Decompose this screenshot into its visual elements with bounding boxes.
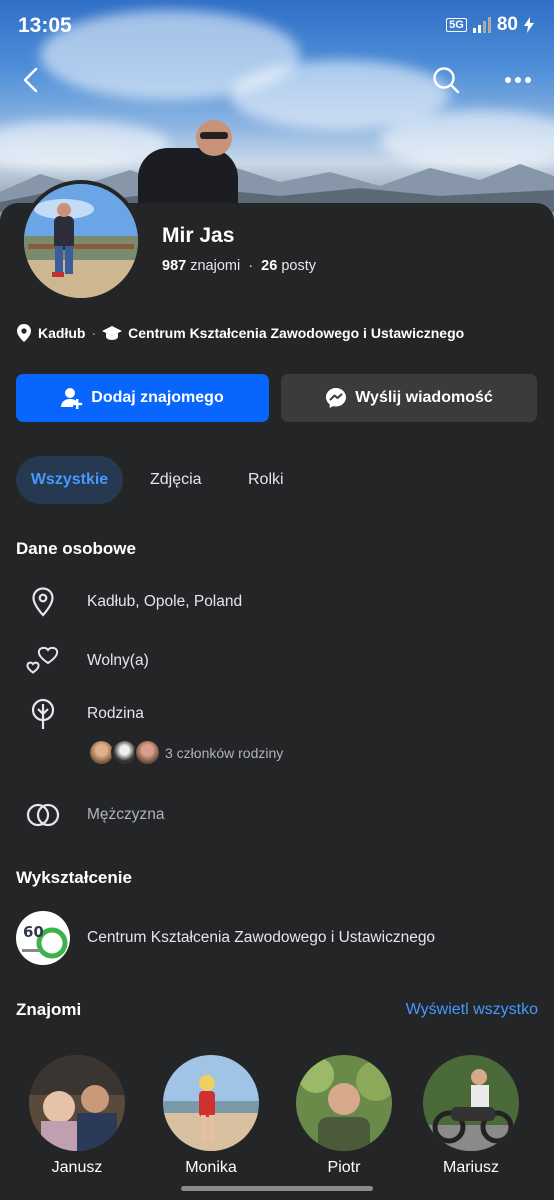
posts-label: posty (281, 258, 317, 274)
school-logo[interactable]: 60 (16, 911, 70, 965)
family-label: Rodzina (87, 705, 144, 722)
add-friend-label: Dodaj znajomego (91, 389, 224, 406)
friend-avatar (163, 1055, 259, 1151)
charging-icon (524, 17, 534, 33)
more-options-button[interactable] (498, 60, 538, 100)
status-indicators: 5G 80 (446, 14, 534, 36)
status-time: 13:05 (18, 14, 72, 37)
add-friend-button[interactable]: Dodaj znajomego (16, 374, 269, 422)
profile-name: Mir Jas (162, 224, 235, 247)
home-indicator[interactable] (181, 1186, 373, 1191)
intro-separator: · (91, 325, 97, 341)
family-avatars[interactable] (88, 739, 162, 767)
messenger-icon (326, 388, 347, 408)
tab-photos[interactable]: Zdjęcia (150, 456, 202, 504)
send-message-label: Wyślij wiadomość (355, 389, 493, 406)
friends-title: Znajomi (16, 1000, 82, 1019)
network-icon: 5G (446, 18, 467, 32)
school-logo-image: 60 (22, 923, 68, 959)
relationship-text: Wolny(a) (87, 652, 149, 669)
friend-card[interactable]: Janusz (29, 1055, 125, 1177)
gender-text: Mężczyzna (87, 806, 165, 823)
tab-reels[interactable]: Rolki (248, 456, 284, 504)
profile-stats: 987 znajomi · 26 posty (162, 258, 316, 274)
friend-avatar (423, 1055, 519, 1151)
friends-label[interactable]: znajomi (190, 258, 240, 274)
back-button[interactable] (12, 60, 52, 100)
detail-family[interactable]: Rodzina (0, 694, 554, 734)
battery-level: 80 (496, 14, 518, 35)
friend-name: Piotr (327, 1159, 361, 1176)
location-outline-icon (25, 584, 61, 620)
gender-icon (25, 797, 61, 833)
friend-name: Mariusz (442, 1159, 499, 1176)
send-message-button[interactable]: Wyślij wiadomość (281, 374, 537, 422)
school-logo-text: 60 (23, 923, 44, 941)
friend-card[interactable]: Mariusz (423, 1055, 519, 1177)
see-all-friends-link[interactable]: Wyświetl wszystko (406, 1001, 538, 1019)
intro-location: Kadłub (38, 325, 86, 341)
location-text: Kadłub, Opole, Poland (87, 593, 243, 610)
search-button[interactable] (426, 60, 466, 100)
tab-all[interactable]: Wszystkie (16, 456, 123, 504)
school-name[interactable]: Centrum Kształcenia Zawodowego i Ustawic… (87, 929, 435, 947)
intro-row: Kadłub · Centrum Kształcenia Zawodowego … (16, 324, 464, 342)
detail-location: Kadłub, Opole, Poland (0, 582, 554, 622)
family-tree-icon (25, 696, 61, 732)
avatar-photo (24, 184, 138, 298)
hearts-icon (25, 643, 61, 679)
posts-count: 26 (261, 258, 278, 274)
stats-separator: · (248, 258, 254, 274)
detail-relationship: Wolny(a) (0, 641, 554, 681)
search-icon (433, 67, 460, 94)
friend-name: Janusz (51, 1159, 103, 1176)
signal-icon (472, 17, 491, 33)
friend-avatar (29, 1055, 125, 1151)
back-arrow-icon (23, 67, 38, 93)
friend-avatar (296, 1055, 392, 1151)
detail-gender: Mężczyzna (0, 795, 554, 835)
status-bar: 13:05 5G 80 (0, 0, 554, 52)
graduation-cap-icon (102, 326, 123, 340)
education-title: Wykształcenie (16, 868, 132, 887)
personal-details-title: Dane osobowe (16, 539, 136, 558)
add-friend-icon (61, 388, 83, 409)
family-members-count[interactable]: 3 członków rodziny (165, 745, 283, 761)
friend-card[interactable]: Piotr (296, 1055, 392, 1177)
friend-name: Monika (185, 1159, 237, 1176)
friends-count[interactable]: 987 (162, 258, 186, 274)
profile-avatar[interactable] (20, 180, 142, 302)
intro-school: Centrum Kształcenia Zawodowego i Ustawic… (128, 325, 465, 341)
family-member-avatar (134, 739, 161, 766)
more-dots-icon (505, 77, 531, 83)
location-pin-icon (17, 324, 31, 342)
friend-card[interactable]: Monika (163, 1055, 259, 1177)
